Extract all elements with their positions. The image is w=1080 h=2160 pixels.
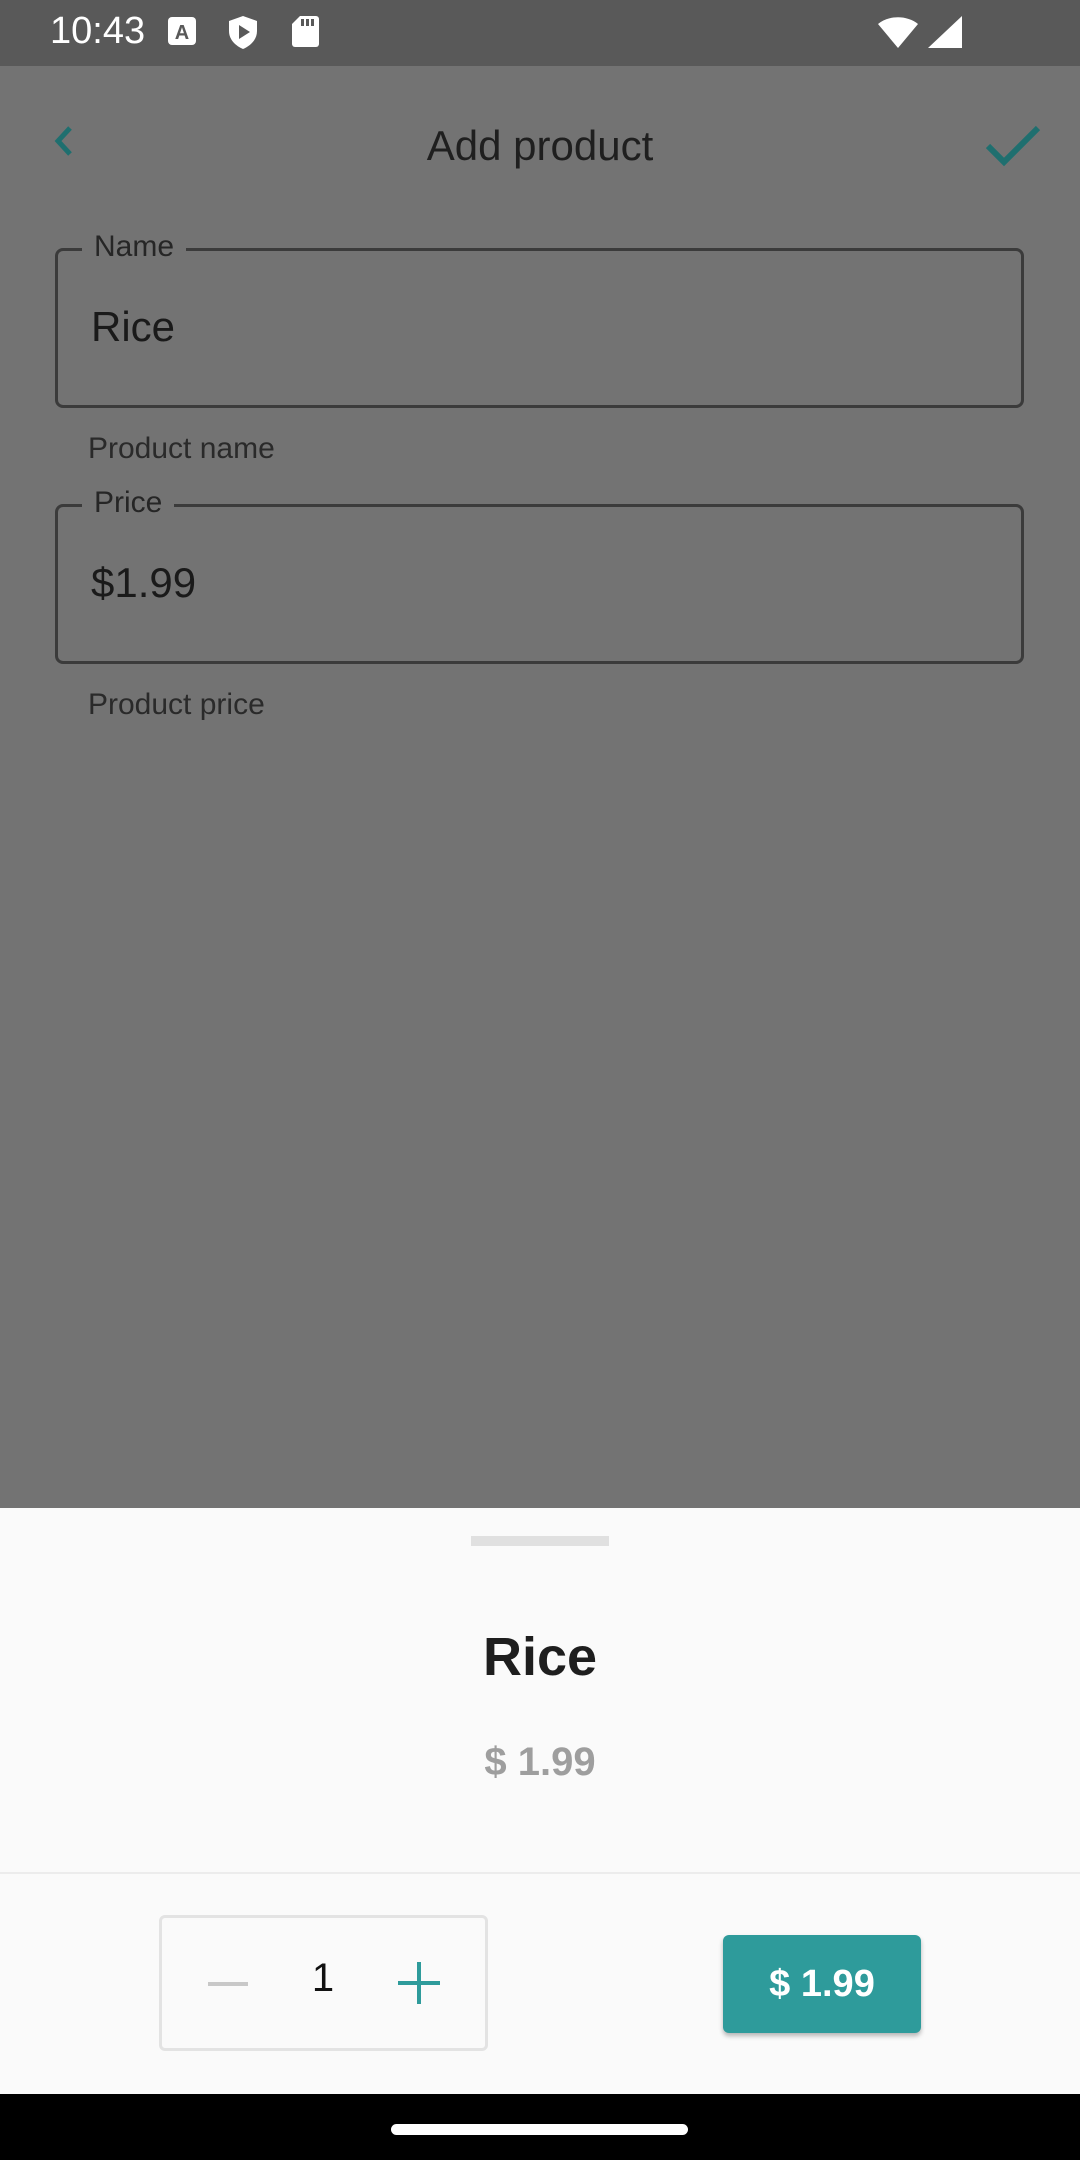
sheet-drag-handle[interactable] <box>471 1536 609 1546</box>
name-field[interactable]: Name Rice <box>55 227 1024 408</box>
add-to-cart-button[interactable]: $ 1.99 <box>723 1935 921 2033</box>
signal-icon <box>926 14 964 55</box>
app-bar: Add product <box>0 66 1080 230</box>
check-icon <box>985 125 1041 167</box>
status-time: 10:43 <box>50 10 146 52</box>
name-field-helper: Product name <box>88 432 275 465</box>
name-field-value[interactable]: Rice <box>91 303 175 351</box>
name-field-label: Name <box>82 227 187 267</box>
save-button[interactable] <box>984 122 1042 168</box>
quantity-stepper: 1 <box>159 1915 488 2051</box>
home-gesture-handle[interactable] <box>391 2124 688 2135</box>
sd-card-icon <box>290 14 322 50</box>
a-notification-icon: A <box>166 14 198 50</box>
price-field-helper: Product price <box>88 688 265 721</box>
product-bottom-sheet: Rice $ 1.99 1 $ 1.99 <box>0 1508 1080 2094</box>
increment-button[interactable] <box>396 1960 442 2006</box>
sheet-product-name: Rice <box>482 1627 598 1687</box>
quantity-value: 1 <box>311 1956 335 2000</box>
svg-text:A: A <box>175 22 189 44</box>
minus-icon <box>208 1982 248 1986</box>
sheet-divider <box>0 1872 1080 1874</box>
decrement-button[interactable] <box>206 1962 250 2006</box>
sheet-product-price: $ 1.99 <box>484 1740 596 1784</box>
price-field[interactable]: Price $1.99 <box>55 483 1024 664</box>
wifi-icon <box>876 14 920 55</box>
add-product-screen: Add product Name Rice Product name Price… <box>0 66 1080 1508</box>
price-field-value[interactable]: $1.99 <box>91 559 196 607</box>
price-field-label: Price <box>82 483 175 523</box>
status-bar: 10:43 A <box>0 0 1080 66</box>
plus-icon <box>398 1962 440 2004</box>
navigation-bar <box>0 2094 1080 2160</box>
shield-play-icon <box>226 14 258 50</box>
page-title: Add product <box>426 122 654 169</box>
